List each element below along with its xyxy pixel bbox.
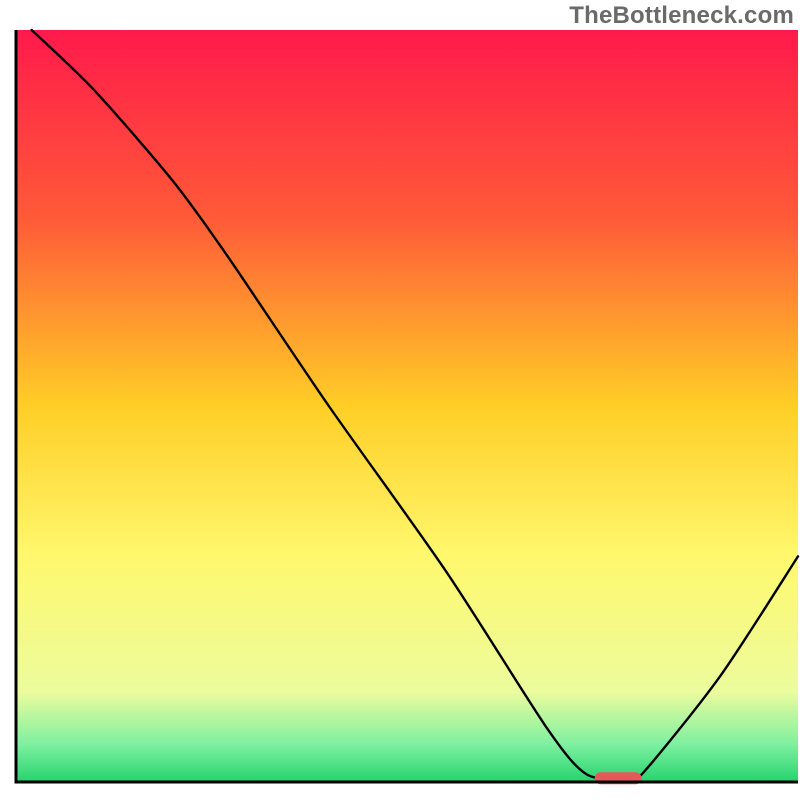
plot-background: [16, 30, 798, 782]
bottleneck-chart: [0, 0, 800, 800]
watermark-text: TheBottleneck.com: [569, 2, 794, 30]
